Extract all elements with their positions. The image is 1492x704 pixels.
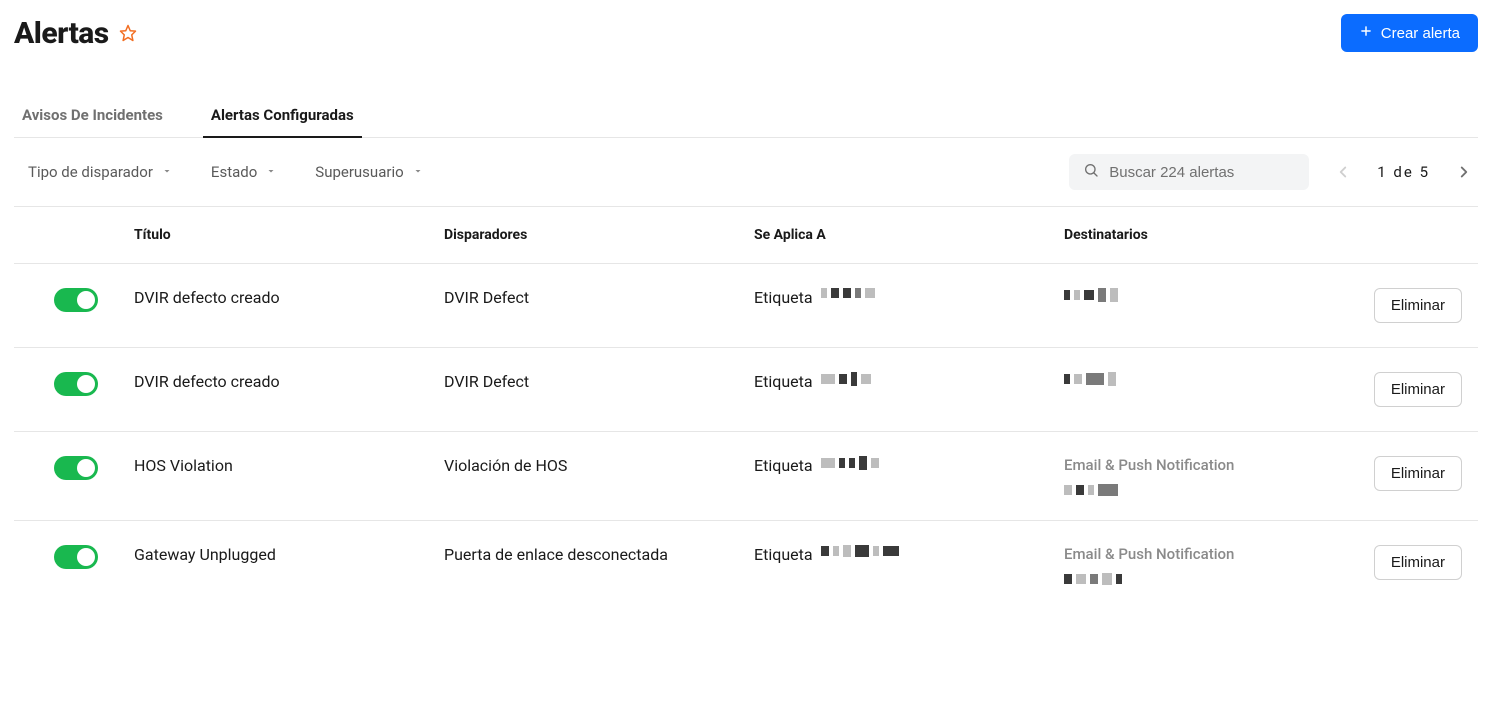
recipient-channel-label: Email & Push Notification (1064, 545, 1348, 563)
filter-trigger-type[interactable]: Tipo de disparador (14, 155, 187, 189)
cell-title[interactable]: HOS Violation (134, 456, 444, 475)
tab-incident-notices[interactable]: Avisos De Incidentes (14, 94, 171, 138)
table-row: DVIR defecto creado DVIR Defect Etiqueta… (14, 348, 1478, 432)
col-title: Título (134, 227, 444, 243)
filter-superuser[interactable]: Superusuario (301, 155, 437, 189)
delete-button[interactable]: Eliminar (1374, 372, 1462, 407)
cell-applies-label: Etiqueta (754, 456, 813, 475)
enable-toggle[interactable] (54, 372, 98, 396)
redacted-value (821, 545, 899, 557)
enable-toggle[interactable] (54, 545, 98, 569)
redacted-value (1064, 288, 1348, 302)
create-alert-button[interactable]: Crear alerta (1341, 14, 1478, 52)
search-icon (1083, 162, 1099, 182)
redacted-value (1064, 573, 1348, 585)
enable-toggle[interactable] (54, 456, 98, 480)
filter-label: Superusuario (315, 163, 403, 181)
cell-applies-label: Etiqueta (754, 372, 813, 391)
redacted-value (1064, 484, 1348, 496)
redacted-value (1064, 372, 1348, 386)
cell-applies-label: Etiqueta (754, 545, 813, 564)
cell-title[interactable]: DVIR defecto creado (134, 372, 444, 391)
paginator: 1 de 5 (1329, 158, 1478, 186)
delete-button[interactable]: Eliminar (1374, 456, 1462, 491)
delete-button[interactable]: Eliminar (1374, 545, 1462, 580)
caret-down-icon (161, 163, 173, 181)
filter-label: Tipo de disparador (28, 163, 153, 181)
search-input[interactable] (1109, 164, 1295, 181)
star-icon[interactable] (119, 24, 137, 42)
table-header: Título Disparadores Se Aplica A Destinat… (14, 207, 1478, 264)
caret-down-icon (265, 163, 277, 181)
delete-button[interactable]: Eliminar (1374, 288, 1462, 323)
plus-icon (1359, 24, 1373, 42)
redacted-value (821, 372, 871, 386)
table-row: HOS Violation Violación de HOS Etiqueta … (14, 432, 1478, 521)
filter-label: Estado (211, 163, 257, 181)
tabs: Avisos De Incidentes Alertas Configurada… (14, 94, 1478, 138)
page-next-button[interactable] (1450, 158, 1478, 186)
col-triggers: Disparadores (444, 227, 754, 243)
page-indicator: 1 de 5 (1377, 163, 1430, 181)
cell-title[interactable]: Gateway Unplugged (134, 545, 444, 564)
create-alert-label: Crear alerta (1381, 25, 1460, 42)
recipient-channel-label: Email & Push Notification (1064, 456, 1348, 474)
cell-applies-label: Etiqueta (754, 288, 813, 307)
cell-trigger: Violación de HOS (444, 456, 754, 475)
page-title: Alertas (14, 16, 109, 51)
redacted-value (821, 288, 875, 298)
tab-configured-alerts[interactable]: Alertas Configuradas (203, 94, 362, 138)
cell-trigger: DVIR Defect (444, 372, 754, 391)
filter-state[interactable]: Estado (197, 155, 291, 189)
redacted-value (821, 456, 879, 470)
page-prev-button[interactable] (1329, 158, 1357, 186)
enable-toggle[interactable] (54, 288, 98, 312)
cell-trigger: Puerta de enlace desconectada (444, 545, 754, 564)
search-box[interactable] (1069, 154, 1309, 190)
cell-title[interactable]: DVIR defecto creado (134, 288, 444, 307)
col-recipients: Destinatarios (1064, 227, 1348, 243)
table-row: DVIR defecto creado DVIR Defect Etiqueta… (14, 264, 1478, 348)
caret-down-icon (412, 163, 424, 181)
table-row: Gateway Unplugged Puerta de enlace desco… (14, 521, 1478, 609)
cell-trigger: DVIR Defect (444, 288, 754, 307)
col-applies-to: Se Aplica A (754, 227, 1064, 243)
